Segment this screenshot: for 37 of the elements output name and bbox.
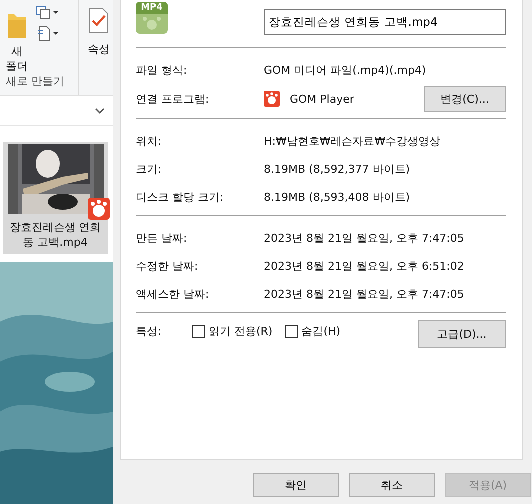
file-name-field[interactable]: 장효진레슨생 연희동 고백.mp4 (264, 9, 506, 35)
field-value: H:₩남현호₩레슨자료₩수강생영상 (264, 134, 441, 148)
field-label: 수정한 날짜: (136, 258, 200, 274)
chevron-down-icon[interactable] (95, 108, 105, 114)
ok-button[interactable]: 확인 (253, 473, 339, 497)
checkbox[interactable] (192, 325, 205, 338)
selected-file-item[interactable]: 장효진레슨생 연희동 고백.mp4 (3, 142, 108, 254)
field-label: 디스크 할당 크기: (136, 190, 225, 204)
properties-button[interactable]: 속성 (79, 0, 113, 95)
field-value: 2023년 8월 21일 월요일, 오후 7:47:05 (264, 230, 464, 246)
field-label: 만든 날짜: (136, 230, 188, 246)
field-label: 연결 프로그램: (136, 92, 210, 106)
attributes-label: 특성: (136, 324, 163, 339)
video-file-icon: MP4 (136, 2, 168, 34)
advanced-button[interactable]: 고급(D)... (418, 320, 506, 348)
field-label: 크기: (136, 162, 163, 176)
field-label: 액세스한 날짜: (136, 286, 210, 302)
ribbon-group-label: 새로 만들기 (6, 74, 66, 89)
file-name: 장효진레슨생 연희동 고백.mp4 (8, 220, 102, 250)
field-value: 2023년 8월 21일 월요일, 오후 6:51:02 (264, 258, 464, 274)
document-icon[interactable] (36, 26, 60, 42)
change-button[interactable]: 변경(C)... (424, 86, 506, 112)
field-value: GOM 미디어 파일(.mp4)(.mp4) (264, 62, 426, 78)
paw-icon (88, 198, 110, 220)
checkmark-document-icon (89, 8, 109, 34)
field-value: 2023년 8월 21일 월요일, 오후 7:47:05 (264, 286, 464, 302)
new-folder-button[interactable]: 새 폴더 (6, 0, 28, 74)
checkbox-label[interactable]: 숨김(H) (302, 324, 341, 339)
field-value: 8.19MB (8,592,377 바이트) (264, 162, 410, 176)
field-label: 위치: (136, 134, 163, 148)
checkbox[interactable] (284, 325, 298, 338)
field-value: 8.19MB (8,593,408 바이트) (264, 190, 410, 204)
field-label: 파일 형식: (136, 62, 188, 78)
field-value: GOM Player (290, 92, 354, 106)
checkbox-label[interactable]: 읽기 전용(R) (209, 324, 273, 339)
copy-icon[interactable] (36, 6, 60, 20)
cancel-button[interactable]: 취소 (349, 473, 435, 497)
